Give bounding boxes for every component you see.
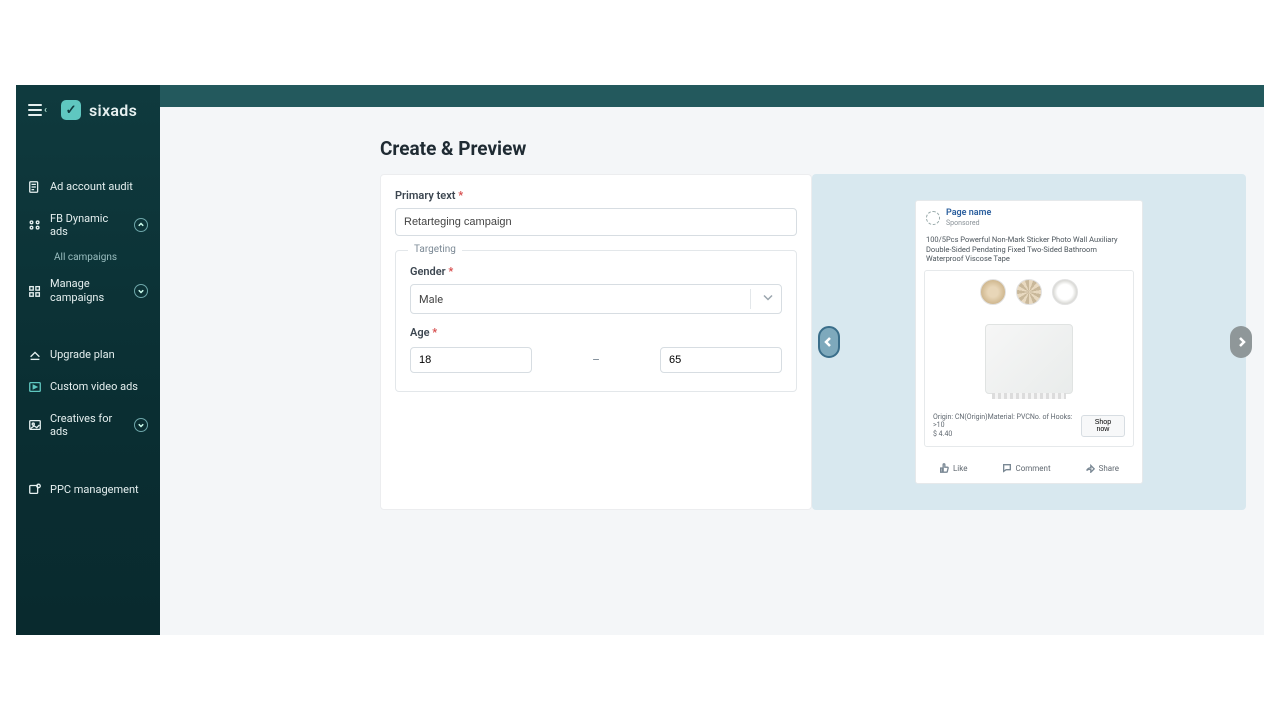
page-title: Create & Preview	[380, 137, 1264, 160]
avatar-icon	[926, 211, 940, 225]
collapse-caret-icon: ‹	[44, 105, 47, 116]
sidebar: ‹ ✓ sixads Ad account audit FB Dynamic a…	[16, 85, 160, 635]
sidebar-item-fb-dynamic-ads[interactable]: FB Dynamic ads	[16, 204, 160, 246]
age-row: –	[410, 347, 782, 373]
video-icon	[28, 380, 42, 394]
age-label: Age *	[410, 326, 782, 339]
sidebar-item-creatives-for-ads[interactable]: Creatives for ads	[16, 404, 160, 446]
main-content: Create & Preview Primary text * Targetin…	[160, 107, 1264, 635]
dynamic-ads-icon	[28, 218, 42, 232]
ad-primary-text: 100/5Pcs Powerful Non-Mark Sticker Photo…	[916, 231, 1142, 270]
audit-icon	[28, 180, 42, 194]
like-button[interactable]: Like	[939, 463, 967, 473]
product-thumb	[980, 279, 1006, 305]
thumbnail-row	[925, 271, 1133, 309]
preview-panel: Page name Sponsored 100/5Pcs Powerful No…	[812, 174, 1246, 510]
product-thumb	[1052, 279, 1078, 305]
share-button[interactable]: Share	[1085, 463, 1119, 473]
product-info-row: Origin: CN(Origin)Material: PVCNo. of Ho…	[925, 409, 1133, 442]
sidebar-item-label: Ad account audit	[50, 180, 148, 193]
sidebar-item-label: FB Dynamic ads	[50, 212, 126, 238]
brand-badge-icon: ✓	[61, 100, 81, 120]
chevron-down-icon	[134, 418, 148, 432]
creatives-icon	[28, 418, 42, 432]
logo-row: ‹ ✓ sixads	[16, 85, 160, 138]
shop-now-button[interactable]: Shop now	[1081, 415, 1125, 437]
gender-label: Gender *	[410, 265, 782, 278]
primary-text-label: Primary text *	[395, 189, 797, 202]
chevron-up-icon	[134, 218, 148, 232]
ppc-icon	[28, 482, 42, 496]
sidebar-item-ad-account-audit[interactable]: Ad account audit	[16, 172, 160, 202]
gender-select[interactable]: Male	[410, 284, 782, 314]
ad-header: Page name Sponsored	[916, 201, 1142, 231]
age-min-input[interactable]	[410, 347, 532, 373]
menu-toggle-icon[interactable]	[28, 104, 42, 116]
preview-prev-button[interactable]	[818, 326, 840, 358]
product-main-image	[925, 309, 1133, 409]
sidebar-item-label: Creatives for ads	[50, 412, 126, 438]
app-frame: ‹ ✓ sixads Ad account audit FB Dynamic a…	[16, 85, 1264, 635]
product-price: $ 4.40	[933, 430, 1081, 438]
sidebar-nav: Ad account audit FB Dynamic ads All camp…	[16, 172, 160, 504]
product-thumb	[1016, 279, 1042, 305]
form-panel: Primary text * Targeting Gender * Male A…	[380, 174, 812, 510]
sponsored-label: Sponsored	[946, 219, 991, 227]
manage-icon	[28, 284, 42, 298]
sidebar-item-custom-video-ads[interactable]: Custom video ads	[16, 372, 160, 402]
sidebar-item-label: Upgrade plan	[50, 348, 148, 361]
sidebar-item-upgrade-plan[interactable]: Upgrade plan	[16, 340, 160, 370]
age-range-separator: –	[562, 353, 630, 367]
comment-button[interactable]: Comment	[1002, 463, 1051, 473]
chevron-down-icon	[134, 284, 148, 298]
preview-next-button[interactable]	[1230, 326, 1252, 358]
sidebar-item-ppc-management[interactable]: PPC management	[16, 474, 160, 504]
targeting-legend: Targeting	[408, 244, 462, 255]
sidebar-item-manage-campaigns[interactable]: Manage campaigns	[16, 269, 160, 311]
primary-text-input[interactable]	[395, 208, 797, 236]
sidebar-item-label: Custom video ads	[50, 380, 148, 393]
gender-value: Male	[419, 293, 443, 306]
product-details: Origin: CN(Origin)Material: PVCNo. of Ho…	[933, 413, 1081, 429]
age-max-input[interactable]	[660, 347, 782, 373]
ad-actions: Like Comment Share	[916, 453, 1142, 483]
ad-preview-card: Page name Sponsored 100/5Pcs Powerful No…	[915, 200, 1143, 484]
sidebar-item-label: Manage campaigns	[50, 277, 126, 303]
top-accent-bar	[16, 85, 1264, 107]
upgrade-icon	[28, 348, 42, 362]
ad-page-name: Page name	[946, 209, 991, 219]
sidebar-subitem-all-campaigns[interactable]: All campaigns	[16, 248, 160, 267]
sidebar-item-label: PPC management	[50, 483, 148, 496]
chevron-down-icon	[763, 293, 773, 306]
product-box: Origin: CN(Origin)Material: PVCNo. of Ho…	[924, 270, 1134, 447]
brand-name: sixads	[89, 101, 137, 120]
targeting-fieldset: Targeting Gender * Male Age * –	[395, 250, 797, 392]
panel-wrap: Primary text * Targeting Gender * Male A…	[380, 174, 1246, 510]
